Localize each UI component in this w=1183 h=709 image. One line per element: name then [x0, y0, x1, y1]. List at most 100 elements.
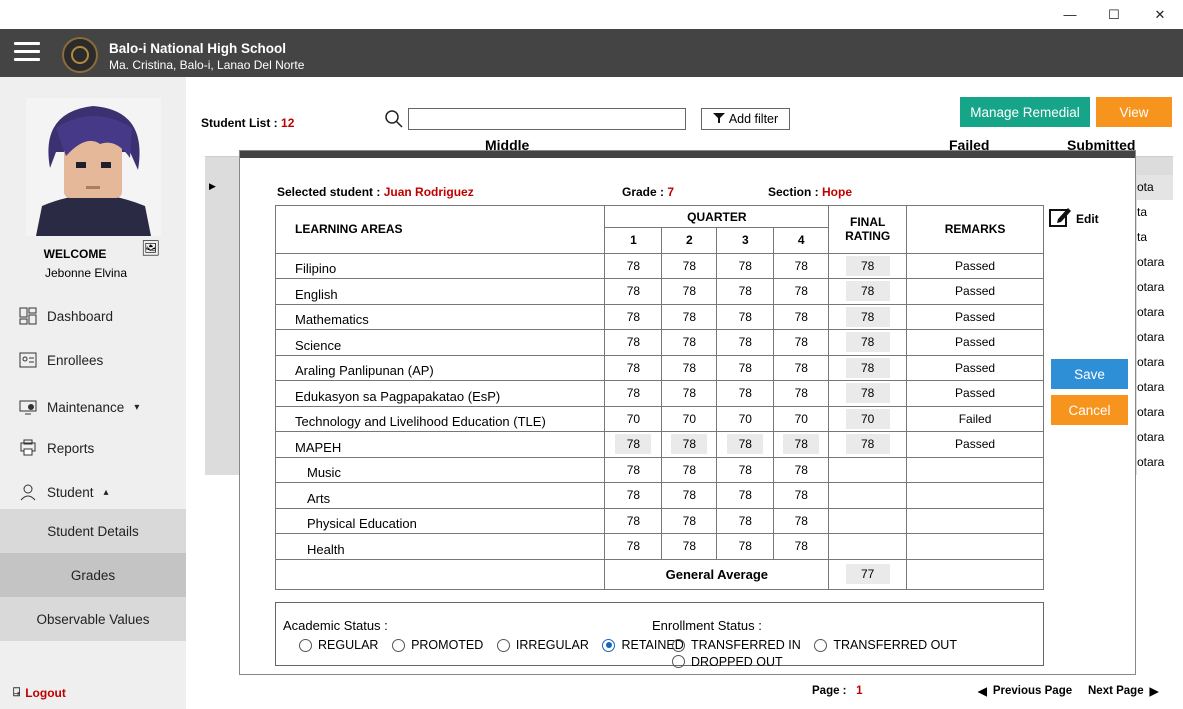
quarter-grade[interactable]: 78: [716, 507, 775, 534]
quarter-grade[interactable]: 78: [604, 507, 663, 534]
radio-promoted[interactable]: PROMOTED: [392, 638, 483, 652]
save-button[interactable]: Save: [1051, 359, 1128, 389]
quarter-grade-cell[interactable]: 78: [661, 431, 718, 458]
quarter-grade[interactable]: 70: [716, 405, 775, 432]
quarter-grade[interactable]: 78: [604, 354, 663, 381]
quarter-grade-cell[interactable]: 78: [604, 431, 663, 458]
grid-cell[interactable]: ta: [1137, 225, 1173, 250]
quarter-grade[interactable]: 78: [716, 278, 775, 305]
quarter-grade-cell[interactable]: 78: [773, 431, 830, 458]
cancel-button[interactable]: Cancel: [1051, 395, 1128, 425]
sidebar-item-student[interactable]: Student ▴: [18, 482, 109, 502]
quarter-grade[interactable]: 78: [773, 456, 830, 483]
quarter-grade[interactable]: 78: [604, 278, 663, 305]
quarter-grade[interactable]: 78: [773, 329, 830, 356]
quarter-grade[interactable]: 78: [773, 252, 830, 279]
quarter-grade[interactable]: 78: [604, 380, 663, 407]
quarter-grade[interactable]: 78: [716, 303, 775, 330]
radio-regular[interactable]: REGULAR: [299, 638, 378, 652]
academic-status-label: Academic Status :: [283, 618, 388, 633]
close-button[interactable]: ✕: [1137, 0, 1183, 29]
school-name: Balo-i National High School: [109, 41, 287, 56]
grid-cell[interactable]: otara: [1137, 350, 1173, 375]
sidebar-item-dashboard[interactable]: Dashboard: [18, 306, 113, 326]
quarter-grade[interactable]: 70: [604, 405, 663, 432]
view-button[interactable]: View: [1096, 97, 1172, 127]
search-input[interactable]: [408, 108, 686, 130]
student-count: 12: [281, 116, 295, 130]
menu-icon[interactable]: [14, 37, 40, 66]
quarter-grade[interactable]: 78: [661, 278, 718, 305]
grid-cell[interactable]: otara: [1137, 325, 1173, 350]
grade-row: Mathematics 78 78 78 78 78 Passed: [274, 303, 1044, 330]
quarter-grade[interactable]: 78: [661, 482, 718, 509]
sidebar-subitem-observable-values[interactable]: Observable Values: [0, 597, 186, 641]
quarter-grade[interactable]: 78: [661, 303, 718, 330]
sidebar-item-enrollees[interactable]: Enrollees: [18, 350, 103, 370]
quarter-grade[interactable]: 70: [661, 405, 718, 432]
grid-cell[interactable]: ta: [1137, 200, 1173, 225]
quarter-grade[interactable]: 78: [604, 329, 663, 356]
grid-cell[interactable]: otara: [1137, 275, 1173, 300]
quarter-grade[interactable]: 78: [773, 507, 830, 534]
quarter-grade[interactable]: 78: [716, 533, 775, 560]
sidebar-item-maintenance[interactable]: Maintenance ▾: [18, 397, 139, 417]
radio-transferred-in[interactable]: TRANSFERRED IN: [672, 638, 801, 652]
grid-cell[interactable]: otara: [1137, 450, 1173, 475]
grid-cell[interactable]: otara: [1137, 425, 1173, 450]
sidebar-subitem-grades[interactable]: Grades: [0, 553, 186, 597]
quarter-grade[interactable]: 78: [716, 456, 775, 483]
dashboard-icon: [18, 306, 38, 326]
sidebar-subitem-student-details[interactable]: Student Details: [0, 509, 186, 553]
final-rating: 78: [845, 281, 890, 302]
quarter-grade[interactable]: 78: [604, 303, 663, 330]
quarter-grade[interactable]: 78: [716, 329, 775, 356]
quarter-grade[interactable]: 78: [604, 456, 663, 483]
quarter-grade[interactable]: 78: [604, 252, 663, 279]
quarter-grade[interactable]: 78: [604, 482, 663, 509]
grid-cell[interactable]: otara: [1137, 375, 1173, 400]
quarter-grade[interactable]: 78: [773, 354, 830, 381]
quarter-grade[interactable]: 78: [661, 507, 718, 534]
maximize-button[interactable]: ☐: [1091, 0, 1137, 29]
quarter-grade[interactable]: 78: [773, 533, 830, 560]
subject-name: English: [274, 278, 606, 305]
quarter-grade[interactable]: 78: [773, 278, 830, 305]
sidebar-item-reports[interactable]: Reports: [18, 438, 94, 458]
final-rating: 78: [845, 306, 890, 327]
grid-right-column: ota ta ta otara otara otara otara otara …: [1137, 175, 1173, 475]
quarter-grade[interactable]: 78: [773, 303, 830, 330]
manage-remedial-button[interactable]: Manage Remedial: [960, 97, 1090, 127]
grid-cell[interactable]: otara: [1137, 250, 1173, 275]
average-remarks-cell: [906, 558, 1044, 590]
quarter-grade[interactable]: 78: [661, 380, 718, 407]
quarter-grade[interactable]: 78: [716, 380, 775, 407]
quarter-grade[interactable]: 78: [773, 380, 830, 407]
quarter-grade[interactable]: 78: [716, 354, 775, 381]
quarter-grade[interactable]: 78: [661, 329, 718, 356]
add-filter-button[interactable]: Add filter: [701, 108, 790, 130]
previous-page-button[interactable]: ◀ Previous Page: [978, 684, 1072, 698]
edit-button[interactable]: Edit: [1048, 205, 1099, 232]
remarks-cell: [906, 456, 1044, 483]
grade-row: Technology and Livelihood Education (TLE…: [274, 405, 1044, 432]
quarter-grade[interactable]: 78: [773, 482, 830, 509]
quarter-grade[interactable]: 78: [661, 456, 718, 483]
radio-transferred-out[interactable]: TRANSFERRED OUT: [814, 638, 957, 652]
quarter-grade[interactable]: 78: [661, 252, 718, 279]
quarter-grade[interactable]: 78: [661, 354, 718, 381]
quarter-grade[interactable]: 78: [604, 533, 663, 560]
quarter-grade[interactable]: 78: [716, 252, 775, 279]
quarter-grade[interactable]: 70: [773, 405, 830, 432]
grid-cell[interactable]: ota: [1137, 175, 1173, 200]
quarter-grade[interactable]: 78: [716, 482, 775, 509]
logout-link[interactable]: ⍈ Logout: [13, 685, 66, 700]
radio-irregular[interactable]: IRREGULAR: [496, 638, 589, 652]
quarter-grade-cell[interactable]: 78: [716, 431, 775, 458]
grid-cell[interactable]: otara: [1137, 300, 1173, 325]
next-page-button[interactable]: Next Page ▶: [1088, 684, 1158, 698]
grid-cell[interactable]: otara: [1137, 400, 1173, 425]
minimize-button[interactable]: —: [1047, 0, 1093, 29]
radio-dropped-out[interactable]: DROPPED OUT: [672, 655, 783, 669]
quarter-grade[interactable]: 78: [661, 533, 718, 560]
